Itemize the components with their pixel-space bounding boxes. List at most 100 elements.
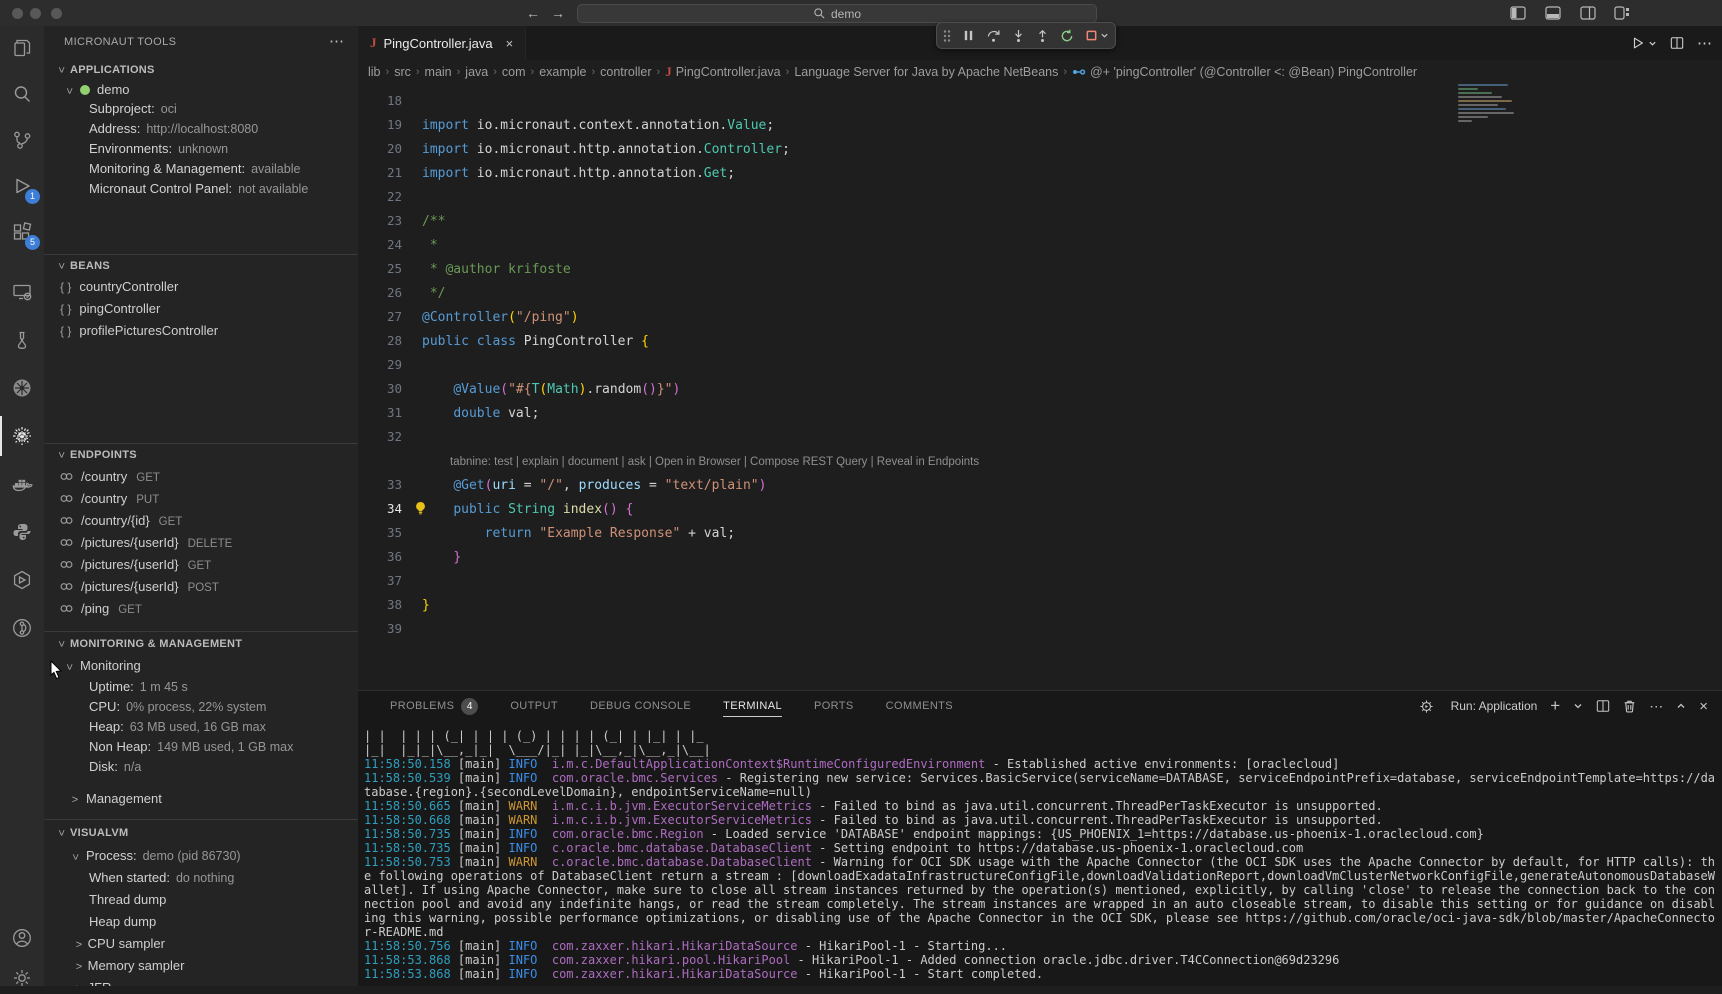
endpoint-row[interactable]: /pictures/{userId}POST <box>44 576 358 598</box>
toggle-panel-icon[interactable] <box>1545 6 1561 20</box>
docker-icon[interactable] <box>0 468 44 500</box>
testing-flask-icon[interactable] <box>0 324 44 356</box>
info-row[interactable]: Address:http://localhost:8080 <box>44 119 358 139</box>
window-minimize-button[interactable] <box>30 8 41 19</box>
info-row[interactable]: Subproject:oci <box>44 99 358 119</box>
visualvm-row[interactable]: Heap dump <box>44 911 358 933</box>
panel-tab-terminal[interactable]: TERMINAL <box>723 691 782 721</box>
breadcrumb-item[interactable]: src <box>394 65 411 79</box>
settings-gear-icon[interactable] <box>0 962 44 994</box>
endpoint-row[interactable]: /country/{id}GET <box>44 510 358 532</box>
step-into-button[interactable] <box>1012 29 1025 43</box>
new-terminal-icon[interactable]: + <box>1550 696 1560 716</box>
extensions-icon[interactable]: 5 <box>0 216 44 248</box>
step-over-button[interactable] <box>986 29 1001 43</box>
panel-tab-debug-console[interactable]: DEBUG CONSOLE <box>590 691 691 721</box>
close-panel-icon[interactable]: × <box>1699 698 1708 715</box>
management-node[interactable]: >Management <box>44 788 358 810</box>
tabnine-codelens[interactable]: tabnine: test | explain | document | ask… <box>358 449 1722 473</box>
breadcrumb-item[interactable]: example <box>539 65 586 79</box>
bean-row[interactable]: { }countryController <box>44 276 358 298</box>
endpoint-row[interactable]: /pictures/{userId}DELETE <box>44 532 358 554</box>
section-endpoints[interactable]: > ENDPOINTS <box>44 444 358 466</box>
sidebar-more-actions-icon[interactable]: ⋯ <box>329 32 344 50</box>
panel-tab-output[interactable]: OUTPUT <box>510 691 558 721</box>
explorer-icon[interactable] <box>0 32 44 64</box>
section-beans[interactable]: > BEANS <box>44 255 358 277</box>
panel-more-actions-icon[interactable]: ⋯ <box>1649 698 1663 715</box>
lightbulb-icon[interactable] <box>414 501 427 515</box>
python-icon[interactable] <box>0 516 44 548</box>
visualvm-icon[interactable] <box>0 612 44 644</box>
back-icon[interactable]: ← <box>526 5 540 21</box>
section-applications[interactable]: > APPLICATIONS <box>44 59 358 81</box>
breadcrumb-item[interactable]: PingController.java <box>676 65 781 79</box>
section-monitoring-management[interactable]: > MONITORING & MANAGEMENT <box>44 633 358 655</box>
bean-row[interactable]: { }pingController <box>44 298 358 320</box>
command-center-search[interactable]: demo <box>577 4 1097 23</box>
app-row-demo[interactable]: >demo <box>44 79 358 101</box>
tab-close-icon[interactable]: × <box>506 36 514 51</box>
container-hexagon-icon[interactable] <box>0 564 44 596</box>
terminal-output[interactable]: | | | | | (_| | | | (_) | | | | (_| | |_… <box>364 729 1716 985</box>
endpoint-row[interactable]: /countryPUT <box>44 488 358 510</box>
run-java-button[interactable] <box>1631 36 1657 50</box>
info-row[interactable]: Disk:n/a <box>44 757 358 777</box>
stop-button[interactable] <box>1085 29 1109 42</box>
visualvm-row[interactable]: Thread dump <box>44 889 358 911</box>
monitoring-node[interactable]: >Monitoring <box>44 655 358 677</box>
info-row[interactable]: Monitoring & Management:available <box>44 159 358 179</box>
breadcrumb-item[interactable]: com <box>502 65 526 79</box>
endpoint-row[interactable]: /pictures/{userId}GET <box>44 554 358 576</box>
pause-button[interactable] <box>962 29 975 42</box>
window-close-button[interactable] <box>12 8 23 19</box>
breadcrumb-item[interactable]: java <box>465 65 488 79</box>
window-zoom-button[interactable] <box>51 8 62 19</box>
visualvm-row[interactable]: When started:do nothing <box>44 867 358 889</box>
visualvm-row[interactable]: > CPU sampler <box>44 933 358 955</box>
breadcrumb-item[interactable]: controller <box>600 65 651 79</box>
toggle-secondary-sidebar-icon[interactable] <box>1580 6 1596 20</box>
endpoint-row[interactable]: /countryGET <box>44 466 358 488</box>
kubernetes-icon[interactable] <box>0 372 44 404</box>
split-editor-icon[interactable] <box>1670 36 1684 50</box>
search-icon[interactable] <box>0 78 44 110</box>
info-row[interactable]: Environments:unknown <box>44 139 358 159</box>
breadcrumb-item[interactable]: @+ 'pingController' (@Controller <: @Bea… <box>1090 65 1417 79</box>
tab-pingcontroller[interactable]: J PingController.java × <box>358 26 526 60</box>
info-row[interactable]: Uptime:1 m 45 s <box>44 677 358 697</box>
micronaut-tools-icon[interactable] <box>0 420 44 452</box>
panel-tab-ports[interactable]: PORTS <box>814 691 854 721</box>
editor-more-actions-icon[interactable]: ⋯ <box>1697 34 1712 52</box>
remote-target-icon[interactable] <box>0 276 44 308</box>
visualvm-row[interactable]: > JFR <box>44 977 358 986</box>
terminal-dropdown-icon[interactable] <box>1573 701 1583 711</box>
info-row[interactable]: Non Heap:149 MB used, 1 GB max <box>44 737 358 757</box>
accounts-icon[interactable] <box>0 922 44 954</box>
drag-handle-icon[interactable] <box>943 29 951 43</box>
split-terminal-icon[interactable] <box>1596 699 1610 713</box>
section-visualvm[interactable]: > VISUALVM <box>44 822 358 844</box>
forward-icon[interactable]: → <box>551 5 565 21</box>
step-out-button[interactable] <box>1036 29 1049 43</box>
code-editor[interactable]: 17package com.example.controller;1819imp… <box>358 65 1722 690</box>
restart-button[interactable] <box>1060 29 1074 43</box>
breadcrumb-item[interactable]: Language Server for Java by Apache NetBe… <box>794 65 1058 79</box>
run-debug-icon[interactable]: 1 <box>0 170 44 202</box>
source-control-icon[interactable] <box>0 124 44 156</box>
kill-terminal-icon[interactable] <box>1623 699 1636 713</box>
info-row[interactable]: Heap:63 MB used, 16 GB max <box>44 717 358 737</box>
visualvm-process-node[interactable]: >Process:demo (pid 86730) <box>44 845 358 867</box>
breadcrumb-item[interactable]: main <box>425 65 452 79</box>
panel-tab-problems[interactable]: PROBLEMS4 <box>390 691 478 721</box>
info-row[interactable]: Micronaut Control Panel:not available <box>44 179 358 199</box>
maximize-panel-icon[interactable] <box>1676 701 1686 711</box>
endpoint-row[interactable]: /pingGET <box>44 598 358 620</box>
breadcrumb-item[interactable]: lib <box>368 65 381 79</box>
bean-row[interactable]: { }profilePicturesController <box>44 320 358 342</box>
breadcrumb[interactable]: lib›src›main›java›com›example›controller… <box>358 60 1722 84</box>
terminal-run-label[interactable]: Run: Application <box>1451 699 1538 713</box>
customize-layout-icon[interactable] <box>1614 6 1630 20</box>
panel-tab-comments[interactable]: COMMENTS <box>886 691 953 721</box>
info-row[interactable]: CPU:0% process, 22% system <box>44 697 358 717</box>
